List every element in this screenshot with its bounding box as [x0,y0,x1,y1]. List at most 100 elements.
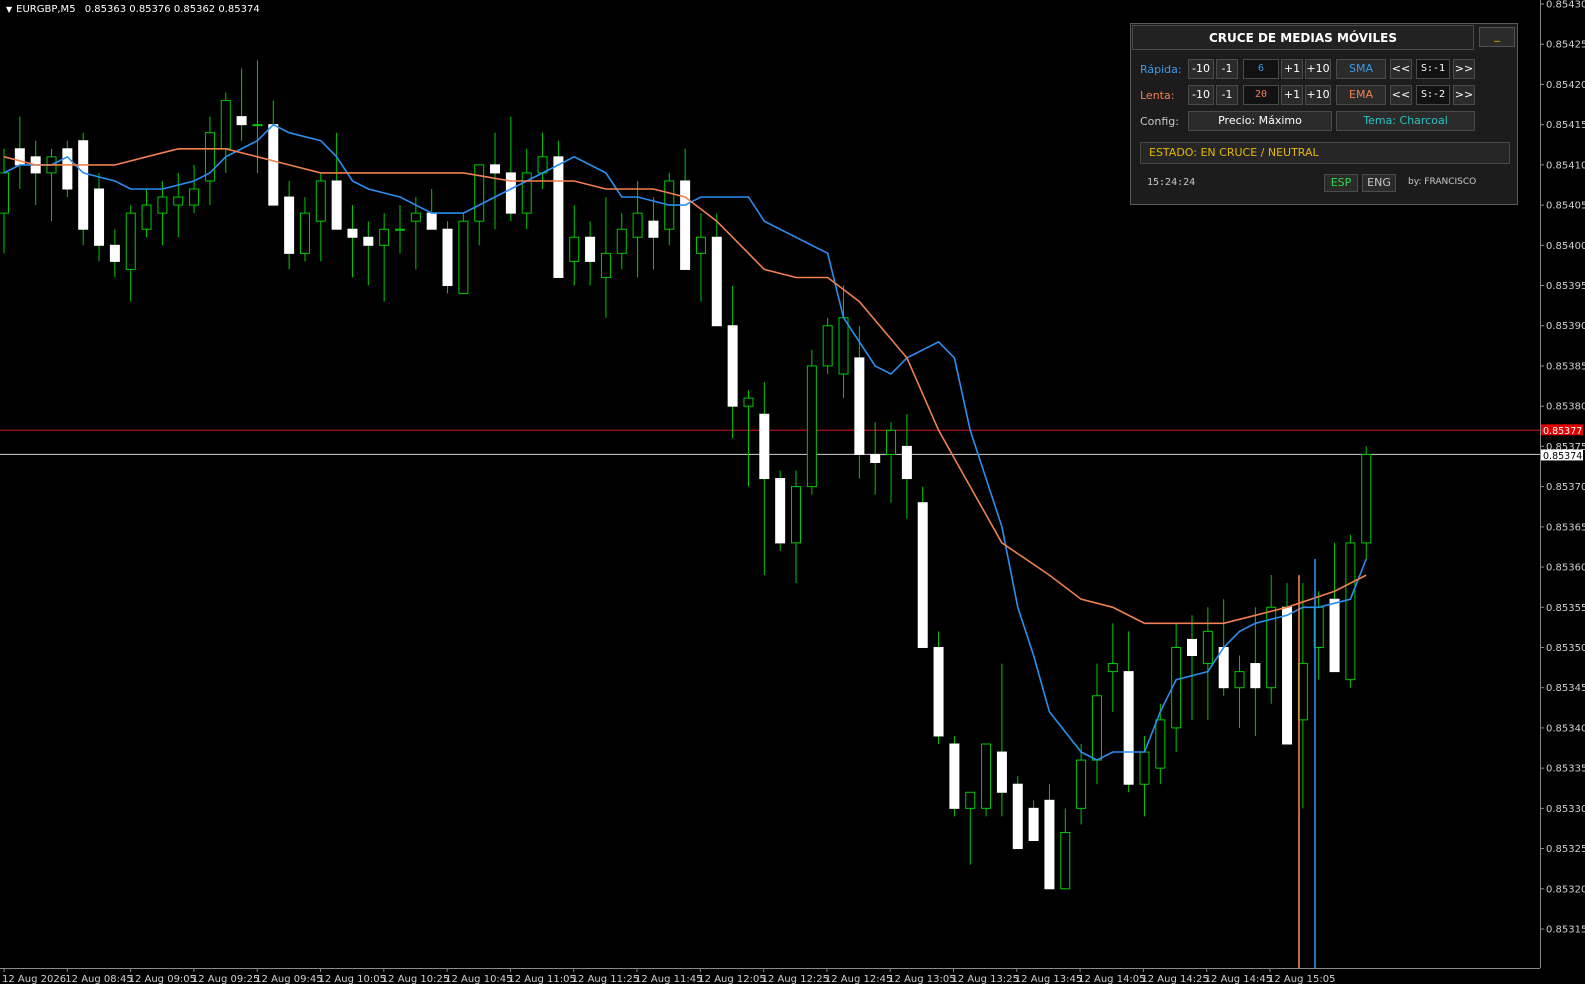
candle-body-bear [585,236,596,262]
price-tick-label: 0.85365 [1546,522,1585,533]
candle-body-bull [125,212,136,270]
slow-ma-type-button[interactable]: EMA [1336,85,1386,105]
candle-body-bear [94,188,105,246]
fast-shift-next-button[interactable]: >> [1453,59,1475,79]
candle-body-bull [173,196,184,206]
candle-body-bear [1028,807,1039,842]
candle-body-bull [616,228,627,254]
slow-shift-next-button[interactable]: >> [1453,85,1475,105]
symbol-timeframe: EURGBP,M5 [16,4,76,15]
slow-minus10-button[interactable]: -10 [1188,85,1214,105]
lang-eng-button[interactable]: ENG [1362,174,1396,192]
time-tick-label: 12 Aug 10:25 [382,974,449,984]
candle-body-bear [680,180,691,270]
fast-period-value[interactable]: 6 [1243,59,1279,79]
dropdown-triangle-icon[interactable]: ▼ [6,5,12,14]
candle-body-bull [791,486,801,544]
slow-minus1-button[interactable]: -1 [1216,85,1238,105]
ask-price-tag-label: 0.85377 [1543,426,1582,437]
bid-price-tag-label: 0.85374 [1543,451,1582,462]
candle-body-bull [1234,671,1245,689]
time-tick-label: 12 Aug 12:45 [825,974,892,984]
candle-body-bear [727,325,738,407]
fast-ma-label: Rápida: [1140,63,1182,76]
minimize-button[interactable]: _ [1479,27,1515,47]
candle-body-bull [1361,453,1372,544]
slow-ma-label: Lenta: [1140,89,1175,102]
candle-body-bear [775,478,786,544]
candle-body-bear [553,156,564,278]
time-tick-label: 12 Aug 14:45 [1205,974,1272,984]
candle-body-bull [1060,831,1071,890]
fast-minus10-button[interactable]: -10 [1188,59,1214,79]
price-tick-label: 0.85415 [1546,120,1585,131]
fast-ma-type-button[interactable]: SMA [1336,59,1386,79]
price-tick-label: 0.85340 [1546,723,1585,734]
candle-body-bear [426,212,437,230]
candle-body-bull [410,212,421,222]
lang-esp-button[interactable]: ESP [1324,174,1358,192]
price-source-button[interactable]: Precio: Máximo [1188,111,1332,131]
time-tick-label: 12 Aug 13:25 [952,974,1019,984]
candle-body-bull [141,204,152,230]
time-tick-label: 12 Aug 10:45 [445,974,512,984]
candle-body-bull [157,196,168,214]
panel-title: CRUCE DE MEDIAS MÓVILES [1132,25,1474,50]
candle-body-bear [347,228,358,238]
time-tick-label: 12 Aug 11:25 [572,974,639,984]
price-tick-label: 0.85345 [1546,683,1585,694]
theme-button[interactable]: Tema: Charcoal [1336,111,1475,131]
candle-body-bear [268,124,279,206]
candle-body-bull [189,188,200,206]
candle-body-bull [315,180,326,222]
candle-body-bull [1107,663,1118,673]
candle-body-bear [236,116,247,126]
candle-body-bull [0,172,9,214]
slow-plus10-button[interactable]: +10 [1305,85,1331,105]
slow-shift-prev-button[interactable]: << [1390,85,1412,105]
price-tick-label: 0.85410 [1546,160,1585,171]
slow-plus1-button[interactable]: +1 [1281,85,1303,105]
price-tick-label: 0.85425 [1546,40,1585,51]
candle-body-bull [1345,542,1356,681]
candle-body-bear [854,357,865,455]
price-tick-label: 0.85320 [1546,884,1585,895]
ohlc-values: 0.85363 0.85376 0.85362 0.85374 [84,4,260,15]
price-axis: 0.85430 0.85425 0.85420 0.85415 0.85410 0.854… [1540,0,1585,968]
price-tick-label: 0.85405 [1546,201,1585,212]
time-tick-label: 12 Aug 10:05 [319,974,386,984]
fast-plus10-button[interactable]: +10 [1305,59,1331,79]
price-tick-label: 0.85380 [1546,402,1585,413]
symbol-info: ▼ EURGBP,M5 0.85363 0.85376 0.85362 0.853… [6,4,260,15]
price-tick-label: 0.85390 [1546,321,1585,332]
candle-body-bear [917,502,928,648]
fast-plus1-button[interactable]: +1 [1281,59,1303,79]
price-tick-label: 0.85395 [1546,281,1585,292]
time-tick-label: 12 Aug 08:45 [65,974,132,984]
candle-body-bull [1202,630,1213,665]
time-tick-label: 12 Aug 14:25 [1141,974,1208,984]
candle-body-bull [965,791,976,809]
candle-body-bull [458,220,469,295]
candle-body-bear [62,148,73,190]
candle-body-bear [996,751,1007,793]
fast-shift-prev-button[interactable]: << [1390,59,1412,79]
time-tick-label: 12 Aug 11:05 [508,974,575,984]
candle-body-bull [379,228,390,246]
candle-body-bull [474,164,485,222]
time-tick-label: 12 Aug 09:25 [192,974,259,984]
time-tick-label: 12 Aug 09:05 [129,974,196,984]
candle-body-bull [1155,719,1166,769]
candle-body-bull [569,236,580,262]
candle-body-bear [331,180,342,230]
slow-period-value[interactable]: 20 [1243,85,1279,105]
candle-body-bear [490,164,501,174]
fast-minus1-button[interactable]: -1 [1216,59,1238,79]
price-tick-label: 0.85370 [1546,482,1585,493]
candle-body-bear [1250,663,1261,689]
time-tick-label: 12 Aug 12:05 [698,974,765,984]
candle-body-bear [109,244,120,262]
candle-body-bear [284,196,295,254]
candle-body-bull [220,100,231,150]
candle-body-bull [299,212,310,254]
